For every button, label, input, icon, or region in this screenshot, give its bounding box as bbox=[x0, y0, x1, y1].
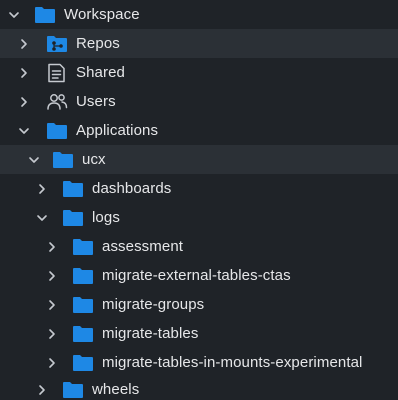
tree-item-label: Users bbox=[76, 93, 116, 110]
repo-folder-icon bbox=[46, 34, 68, 54]
folder-icon bbox=[72, 266, 94, 286]
chevron-right-icon[interactable] bbox=[44, 239, 60, 255]
chevron-down-icon[interactable] bbox=[26, 152, 42, 168]
folder-icon bbox=[72, 324, 94, 344]
folder-icon bbox=[46, 121, 68, 141]
folder-icon bbox=[34, 5, 56, 25]
tree-item-dashboards[interactable]: dashboards bbox=[0, 174, 398, 203]
tree-item-shared[interactable]: Shared bbox=[0, 58, 398, 87]
tree-item-label: migrate-tables-in-mounts-experimental bbox=[102, 354, 363, 371]
chevron-right-icon[interactable] bbox=[34, 181, 50, 197]
folder-icon bbox=[72, 295, 94, 315]
folder-icon bbox=[72, 237, 94, 257]
tree-item-migrate-groups[interactable]: migrate-groups bbox=[0, 290, 398, 319]
chevron-right-icon[interactable] bbox=[16, 36, 32, 52]
tree-item-ucx[interactable]: ucx bbox=[0, 145, 398, 174]
tree-item-label: assessment bbox=[102, 238, 184, 255]
tree-item-label: dashboards bbox=[92, 180, 172, 197]
tree-item-logs[interactable]: logs bbox=[0, 203, 398, 232]
chevron-right-icon[interactable] bbox=[34, 382, 50, 398]
chevron-down-icon[interactable] bbox=[6, 7, 22, 23]
tree-item-assessment[interactable]: assessment bbox=[0, 232, 398, 261]
tree-item-repos[interactable]: Repos bbox=[0, 29, 398, 58]
folder-icon bbox=[62, 208, 84, 228]
chevron-down-icon[interactable] bbox=[16, 123, 32, 139]
tree-item-label: wheels bbox=[92, 381, 140, 398]
tree-item-migrate-tables-in-mounts-experimental[interactable]: migrate-tables-in-mounts-experimental bbox=[0, 348, 398, 377]
tree-item-label: Repos bbox=[76, 35, 120, 52]
folder-icon bbox=[52, 150, 74, 170]
tree-item-label: Shared bbox=[76, 64, 125, 81]
tree-item-workspace[interactable]: Workspace bbox=[0, 0, 398, 29]
folder-icon bbox=[62, 179, 84, 199]
tree-item-label: Workspace bbox=[64, 6, 140, 23]
users-icon bbox=[46, 92, 68, 112]
chevron-down-icon[interactable] bbox=[34, 210, 50, 226]
tree-item-label: Applications bbox=[76, 122, 159, 139]
tree-item-applications[interactable]: Applications bbox=[0, 116, 398, 145]
workspace-file-tree: Workspace Repos Shared Users Application… bbox=[0, 0, 398, 400]
tree-item-label: logs bbox=[92, 209, 120, 226]
chevron-right-icon[interactable] bbox=[44, 326, 60, 342]
tree-item-wheels[interactable]: wheels bbox=[0, 375, 398, 400]
tree-item-label: migrate-groups bbox=[102, 296, 205, 313]
tree-item-users[interactable]: Users bbox=[0, 87, 398, 116]
chevron-right-icon[interactable] bbox=[44, 268, 60, 284]
chevron-right-icon[interactable] bbox=[44, 355, 60, 371]
folder-icon bbox=[62, 380, 84, 400]
folder-icon bbox=[72, 353, 94, 373]
tree-item-migrate-external-tables-ctas[interactable]: migrate-external-tables-ctas bbox=[0, 261, 398, 290]
chevron-right-icon[interactable] bbox=[44, 297, 60, 313]
chevron-right-icon[interactable] bbox=[16, 65, 32, 81]
tree-item-migrate-tables[interactable]: migrate-tables bbox=[0, 319, 398, 348]
tree-item-label: migrate-tables bbox=[102, 325, 199, 342]
chevron-right-icon[interactable] bbox=[16, 94, 32, 110]
shared-document-icon bbox=[46, 63, 68, 83]
tree-item-label: migrate-external-tables-ctas bbox=[102, 267, 291, 284]
tree-item-label: ucx bbox=[82, 151, 106, 168]
